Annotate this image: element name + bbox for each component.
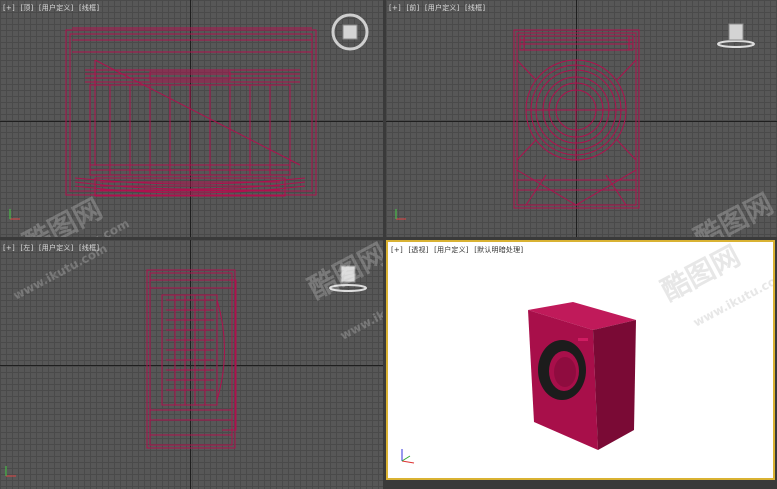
viewport-perspective[interactable]: 酷图网 www.ikutu.com [+] [透视] [用户定义] [默认明暗处… (386, 240, 775, 480)
viewport-menu-camera[interactable]: [用户定义] (39, 244, 74, 252)
viewport-menu-camera[interactable]: [用户定义] (425, 4, 460, 12)
viewcube-icon[interactable] (714, 20, 758, 50)
viewport-left[interactable]: 酷图网 www.ikutu.com www.ikutu.com [+] [左] … (0, 240, 383, 489)
viewport-menu-view[interactable]: [左] (20, 244, 33, 252)
axis-tripod-icon (5, 466, 16, 477)
axis-tripod-icon (9, 209, 20, 220)
viewport-menu-view[interactable]: [透视] (408, 246, 428, 254)
viewport-menu-shading[interactable]: [默认明暗处理] (474, 246, 523, 254)
axis-tripod-icon (395, 209, 406, 220)
viewport-menu-camera[interactable]: [用户定义] (434, 246, 469, 254)
viewport-menu-shading[interactable]: [线框] (79, 244, 99, 252)
viewport-menu-view[interactable]: [前] (406, 4, 419, 12)
viewport-top[interactable]: 酷图网 www.ikutu.com [+] [顶] [用户定义] [线框] (0, 0, 383, 237)
viewport-label-front: [+] [前] [用户定义] [线框] (389, 3, 488, 13)
viewport-menu-plus[interactable]: [+] (391, 246, 403, 254)
viewport-menu-shading[interactable]: [线框] (465, 4, 485, 12)
viewport-front[interactable]: 酷图网 [+] [前] [用户定义] [线框] (386, 0, 777, 237)
viewport-menu-plus[interactable]: [+] (3, 244, 15, 252)
viewport-menu-camera[interactable]: [用户定义] (39, 4, 74, 12)
viewcube-icon[interactable] (330, 12, 370, 52)
viewport-label-perspective: [+] [透视] [用户定义] [默认明暗处理] (391, 245, 526, 255)
viewport-menu-plus[interactable]: [+] (389, 4, 401, 12)
viewport-label-top: [+] [顶] [用户定义] [线框] (3, 3, 102, 13)
viewport-menu-plus[interactable]: [+] (3, 4, 15, 12)
viewport-label-left: [+] [左] [用户定义] [线框] (3, 243, 102, 253)
viewport-menu-view[interactable]: [顶] (20, 4, 33, 12)
washing-machine-wireframe-top (65, 27, 317, 197)
axis-tripod-icon (401, 449, 415, 464)
viewport-menu-shading[interactable]: [线框] (79, 4, 99, 12)
